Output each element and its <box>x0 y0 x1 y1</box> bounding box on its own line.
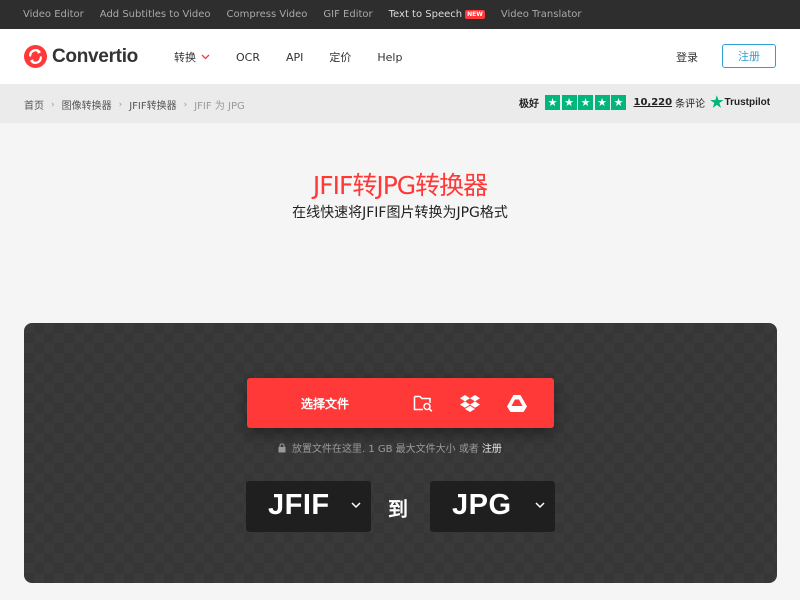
page-title: JFIF转JPG转换器 <box>312 171 488 200</box>
topbar-link-video-editor[interactable]: Video Editor <box>23 9 84 20</box>
review-count[interactable]: 10,220 <box>634 97 673 108</box>
chevron-down-icon <box>535 502 545 509</box>
converter-panel[interactable]: 选择文件 放置文件在这里. 1 GB 最大文件大小 或者 注册 JFIF 到 J… <box>24 323 777 583</box>
star-icon: ★ <box>578 95 593 110</box>
topbar-link-video-translator[interactable]: Video Translator <box>501 9 582 20</box>
target-format-select[interactable]: JPG <box>430 481 555 532</box>
trustpilot-star-icon: ★ <box>710 93 724 111</box>
new-badge: NEW <box>465 10 485 19</box>
nav-ocr[interactable]: OCR <box>236 51 260 64</box>
folder-search-icon[interactable] <box>411 391 435 415</box>
star-icon: ★ <box>611 95 626 110</box>
trustpilot-rating[interactable]: 极好 ★ ★ ★ ★ ★ 10,220 条评论 ★ Trustpilot <box>519 95 770 110</box>
breadcrumb-separator-icon: › <box>118 99 123 110</box>
choose-files-label: 选择文件 <box>301 397 350 411</box>
signup-button[interactable]: 注册 <box>722 44 776 68</box>
page-subtitle: 在线快速将JFIF图片转换为JPG格式 <box>292 205 508 221</box>
star-icon: ★ <box>545 95 560 110</box>
breadcrumb-separator-icon: › <box>183 99 188 110</box>
breadcrumb-bar: 首页 › 图像转换器 › JFIF转换器 › JFIF 为 JPG 极好 ★ ★… <box>0 84 800 123</box>
drop-hint-text: 放置文件在这里. 1 GB 最大文件大小 或者 <box>292 444 479 455</box>
nav-help[interactable]: Help <box>377 51 402 64</box>
star-icon: ★ <box>561 95 577 110</box>
login-link[interactable]: 登录 <box>676 49 698 65</box>
nav-convert-label: 转换 <box>174 51 196 64</box>
main-nav: 转换 OCR API 定价 Help <box>174 49 428 65</box>
chevron-down-icon <box>201 54 210 60</box>
target-format-value: JPG <box>452 489 512 521</box>
source-format-value: JFIF <box>268 489 330 521</box>
choose-files-button[interactable]: 选择文件 <box>247 378 554 428</box>
rating-label: 极好 <box>519 99 539 110</box>
review-count-suffix: 条评论 <box>675 99 706 110</box>
topbar-link-compress-video[interactable]: Compress Video <box>227 9 308 20</box>
topbar-link-gif-editor[interactable]: GIF Editor <box>323 9 372 20</box>
to-label: 到 <box>388 497 408 521</box>
breadcrumb: 首页 › 图像转换器 › JFIF转换器 › JFIF 为 JPG <box>24 97 245 113</box>
breadcrumb-separator-icon: › <box>51 99 55 110</box>
trustpilot-name: Trustpilot <box>724 97 771 108</box>
drop-hint: 放置文件在这里. 1 GB 最大文件大小 或者 注册 <box>278 440 502 455</box>
brand-name: Convertio <box>52 45 138 67</box>
topbar-link-add-subtitles[interactable]: Add Subtitles to Video <box>100 9 211 20</box>
breadcrumb-image-converter[interactable]: 图像转换器 <box>62 97 112 112</box>
google-drive-icon[interactable] <box>505 391 529 415</box>
drop-hint-signup-link[interactable]: 注册 <box>482 440 502 455</box>
chevron-down-icon <box>351 502 361 509</box>
top-links-bar: Video Editor Add Subtitles to Video Comp… <box>0 0 800 29</box>
logo[interactable]: Convertio <box>24 45 138 68</box>
nav-convert-menu[interactable]: 转换 <box>174 49 210 65</box>
breadcrumb-current: JFIF 为 JPG <box>194 101 245 112</box>
topbar-link-text-to-speech[interactable]: Text to Speech NEW <box>389 9 485 20</box>
lock-icon <box>278 442 286 452</box>
trustpilot-logo: ★ Trustpilot <box>710 93 771 111</box>
nav-api[interactable]: API <box>286 51 303 64</box>
nav-pricing[interactable]: 定价 <box>329 49 351 65</box>
site-header: Convertio 转换 OCR API 定价 Help 登录 注册 <box>0 29 800 84</box>
convertio-logo-icon <box>24 45 47 68</box>
dropbox-icon[interactable] <box>458 391 482 415</box>
breadcrumb-jfif-converter[interactable]: JFIF转换器 <box>129 97 176 112</box>
star-icon: ★ <box>594 95 610 110</box>
rating-stars: ★ ★ ★ ★ ★ <box>545 95 628 110</box>
topbar-link-text-to-speech-label: Text to Speech <box>388 9 463 20</box>
breadcrumb-home[interactable]: 首页 <box>24 97 44 112</box>
source-format-select[interactable]: JFIF <box>246 481 371 532</box>
